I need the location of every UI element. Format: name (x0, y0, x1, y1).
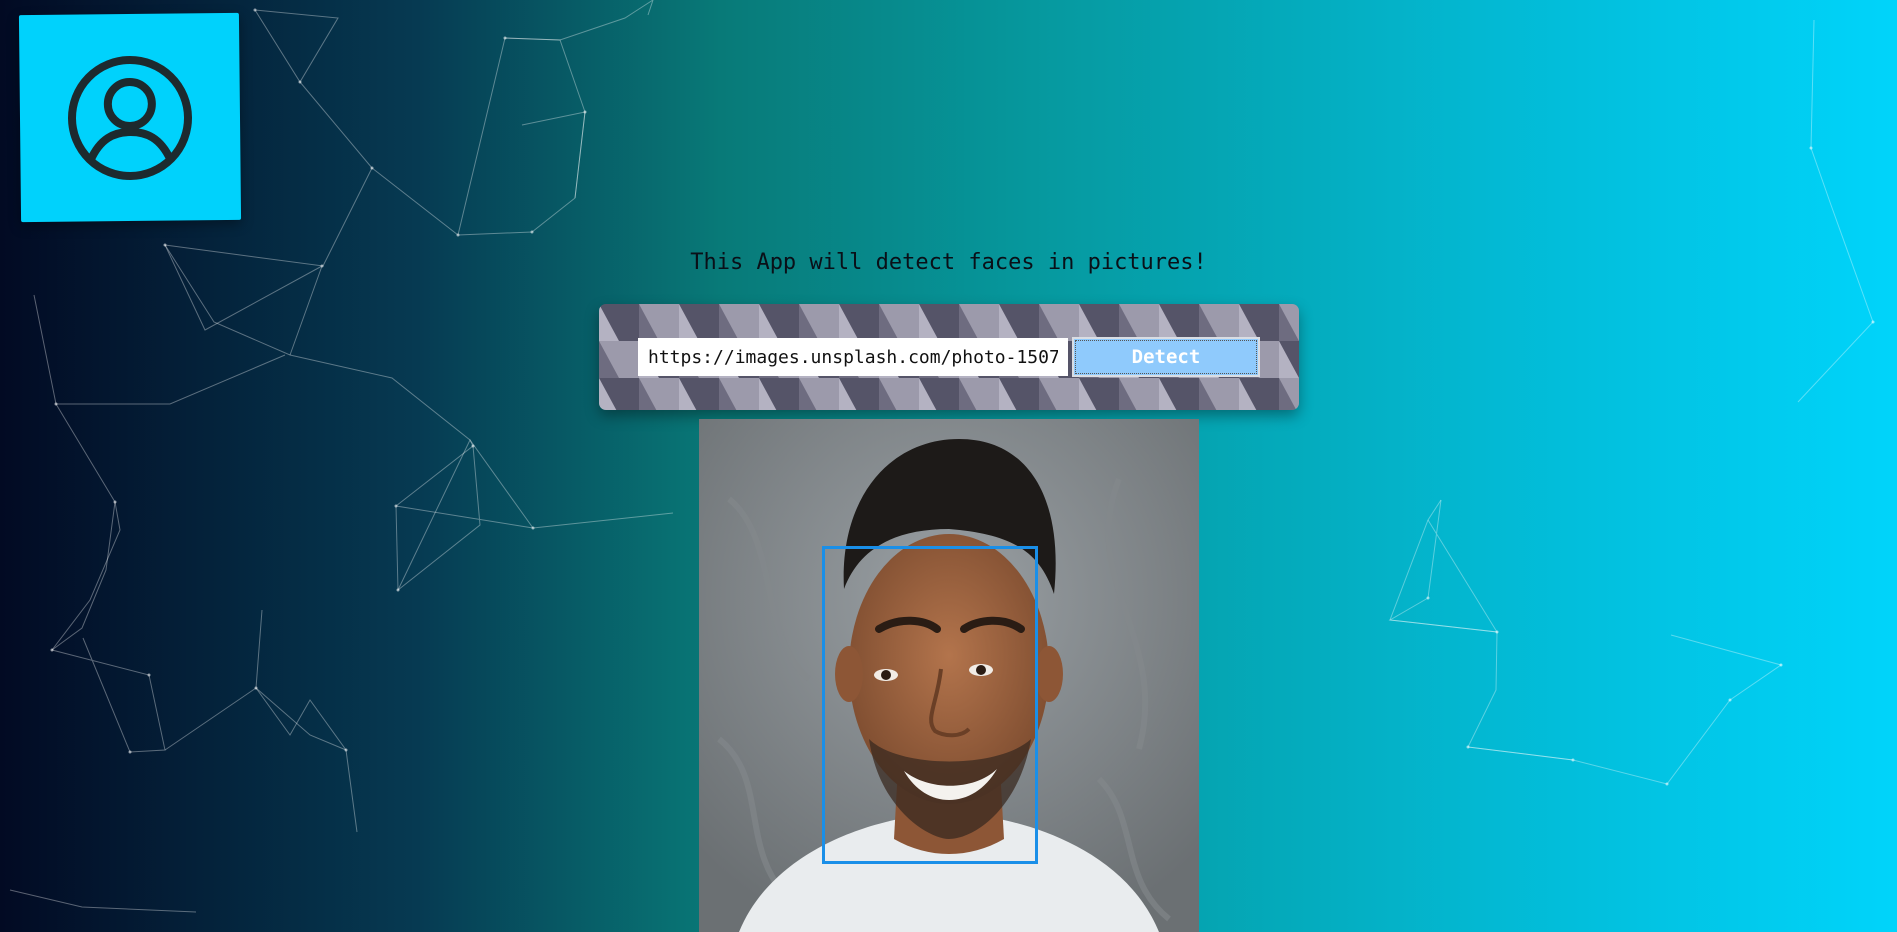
intro-text: This App will detect faces in pictures! (690, 250, 1207, 275)
url-form: Detect (599, 304, 1299, 410)
result-image (699, 419, 1199, 932)
user-avatar-icon (68, 55, 192, 180)
logo-card[interactable] (18, 12, 242, 223)
form-row: Detect (638, 337, 1260, 377)
image-url-input[interactable] (638, 338, 1068, 376)
face-bounding-box (822, 546, 1038, 864)
detect-button[interactable]: Detect (1072, 337, 1260, 377)
